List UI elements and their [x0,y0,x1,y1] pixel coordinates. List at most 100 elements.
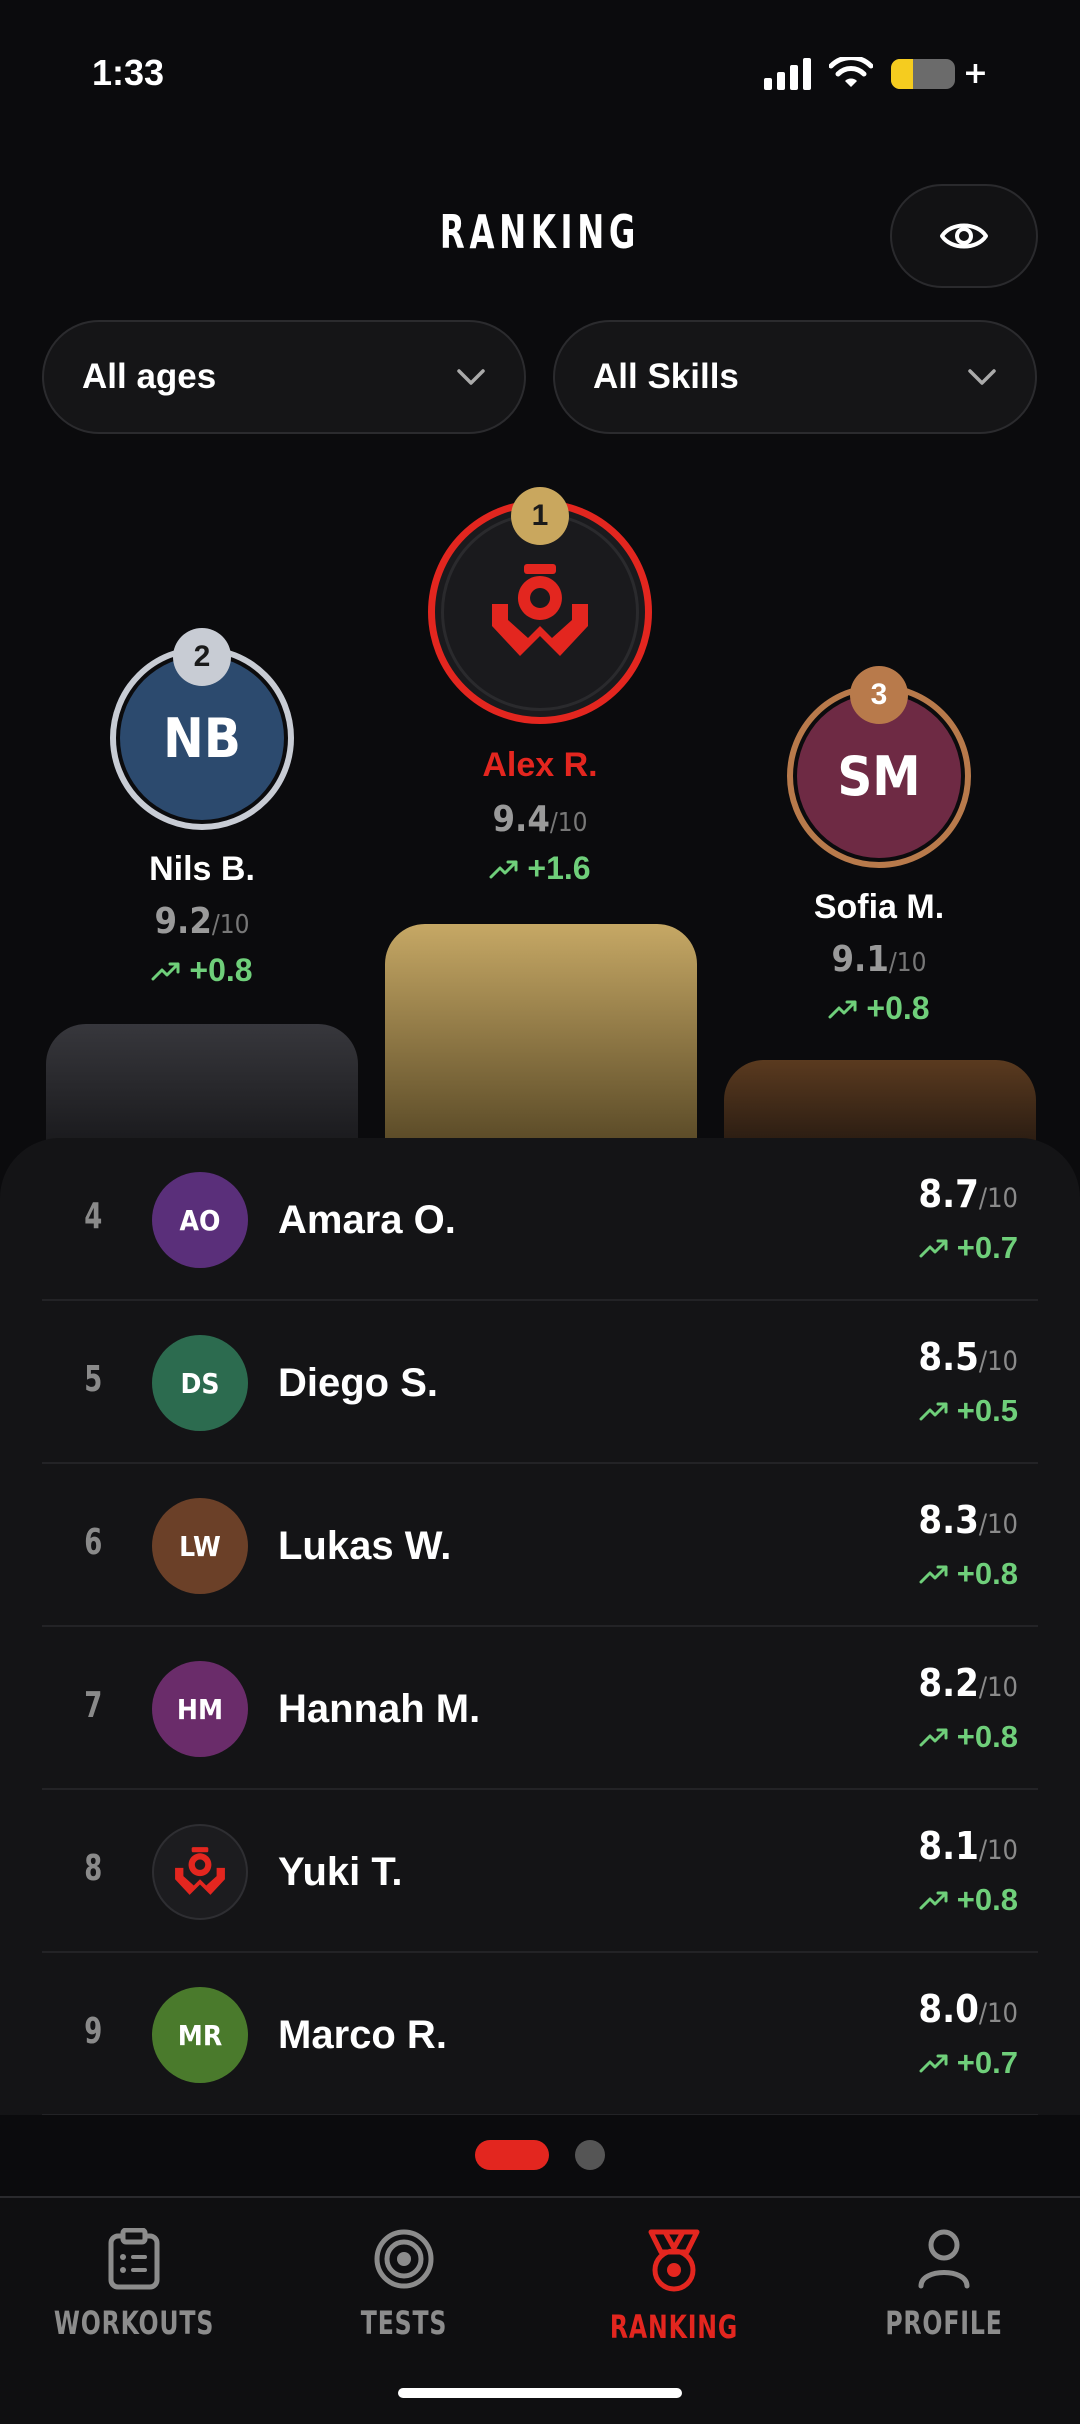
row-name: Lukas W. [278,1524,452,1568]
row-rank: 8 [84,1848,103,1889]
podium-score: 9.2/10 [154,901,250,942]
trend-up-icon [489,860,518,878]
target-icon [374,2229,434,2289]
podium-first-place[interactable]: 1 Alex R. 9.4/10 +1.6 [390,487,690,887]
chevron-down-icon [968,369,996,385]
podium-delta: +0.8 [151,952,253,989]
row-rank: 9 [84,2011,103,2052]
row-rank: 4 [84,1196,103,1237]
age-filter-label: All ages [82,357,217,396]
trend-up-icon [919,1891,948,1910]
trend-up-icon [919,2054,948,2073]
row-delta: +0.8 [919,1719,1018,1755]
page-title: RANKING [439,205,641,259]
avatar-initials: MR [177,2018,223,2052]
tab-workouts[interactable]: WORKOUTS [34,2227,234,2342]
row-name: Hannah M. [278,1687,481,1731]
podium-block-second [46,1024,358,1144]
tab-bar: WORKOUTS TESTS RANKING PROFILE [0,2196,1080,2424]
trend-up-icon [919,1402,948,1421]
avatar: DS [152,1335,248,1431]
row-name: Marco R. [278,2013,447,2057]
charging-icon: + [962,56,988,91]
tab-tests[interactable]: TESTS [304,2228,504,2342]
row-score: 8.1/10 [918,1824,1018,1868]
trend-up-icon [919,1728,948,1747]
cellular-signal-icon [763,57,811,90]
medal-icon [648,2229,700,2292]
avatar: MR [152,1987,248,2083]
podium-block-first [385,924,697,1144]
ranking-row[interactable]: 7 HM Hannah M. 8.2/10 +0.8 [42,1627,1038,1790]
skill-filter-dropdown[interactable]: All Skills [553,320,1037,434]
row-score: 8.5/10 [918,1335,1018,1379]
podium-block-third [724,1060,1036,1144]
avatar: HM [152,1661,248,1757]
person-icon [918,2229,970,2289]
ranking-row[interactable]: 9 MR Marco R. 8.0/10 +0.7 [42,1953,1038,2115]
podium-third-place[interactable]: SM 3 Sofia M. 9.1/10 +0.8 [729,666,1029,1027]
brand-logo-icon [175,1847,225,1895]
tab-profile[interactable]: PROFILE [844,2228,1044,2342]
trend-up-icon [919,1239,948,1258]
row-score: 8.2/10 [918,1661,1018,1705]
row-score: 8.0/10 [918,1987,1018,2031]
avatar: SM 3 [787,666,971,868]
podium-name: Sofia M. [813,888,945,926]
row-rank: 6 [84,1522,103,1563]
ranking-row[interactable]: 4 AO Amara O. 8.7/10 +0.7 [42,1138,1038,1301]
row-delta: +0.7 [919,1230,1018,1266]
page-dot-active[interactable] [475,2140,549,2170]
row-name: Yuki T. [278,1850,403,1894]
podium-score: 9.4/10 [492,799,588,840]
page-indicator [0,2140,1080,2170]
podium-name: Nils B. [149,850,255,888]
status-icons: + [763,56,988,91]
row-delta: +0.8 [919,1556,1018,1592]
podium-delta: +1.6 [489,850,591,887]
tab-label: WORKOUTS [53,2304,215,2342]
avatar-initials: LW [179,1529,221,1563]
rank-badge: 3 [850,666,908,724]
tab-label: TESTS [360,2304,448,2342]
row-score: 8.3/10 [918,1498,1018,1542]
row-name: Amara O. [278,1198,456,1242]
trend-up-icon [151,962,180,980]
row-delta: +0.5 [919,1393,1018,1429]
avatar: LW [152,1498,248,1594]
row-rank: 5 [84,1359,103,1400]
rank-badge: 1 [511,487,569,545]
avatar-initials: AO [179,1203,221,1237]
row-rank: 7 [84,1685,103,1726]
row-delta: +0.7 [919,2045,1018,2081]
podium-score: 9.1/10 [831,939,927,980]
status-bar: 1:33 + [0,0,1080,150]
chevron-down-icon [457,369,485,385]
rank-badge: 2 [173,628,231,686]
ranking-row[interactable]: 5 DS Diego S. 8.5/10 +0.5 [42,1301,1038,1464]
ranking-row[interactable]: 8 Yuki T. 8.1/10 +0.8 [42,1790,1038,1953]
trend-up-icon [828,1000,857,1018]
tab-label: RANKING [609,2308,739,2346]
home-indicator[interactable] [398,2388,682,2398]
row-delta: +0.8 [919,1882,1018,1918]
ranking-row[interactable]: 6 LW Lukas W. 8.3/10 +0.8 [42,1464,1038,1627]
eye-icon [940,223,988,249]
brand-logo-icon [492,564,588,656]
battery-icon [890,58,955,89]
tab-ranking[interactable]: RANKING [574,2228,774,2346]
wifi-icon [828,56,873,87]
age-filter-dropdown[interactable]: All ages [42,320,526,434]
avatar: NB 2 [110,628,294,830]
ranking-list[interactable]: 4 AO Amara O. 8.7/10 +0.7 5 DS Diego S. 8.5/10 +0… [0,1138,1080,2115]
podium-name: Alex R. [482,746,598,784]
status-time: 1:33 [92,52,165,93]
avatar [152,1824,248,1920]
skill-filter-label: All Skills [593,357,739,396]
podium-second-place[interactable]: NB 2 Nils B. 9.2/10 +0.8 [52,628,352,989]
clipboard-icon [108,2227,160,2290]
trend-up-icon [919,1565,948,1584]
tab-label: PROFILE [885,2304,1003,2342]
visibility-toggle-button[interactable] [890,184,1038,288]
page-dot[interactable] [575,2140,605,2170]
